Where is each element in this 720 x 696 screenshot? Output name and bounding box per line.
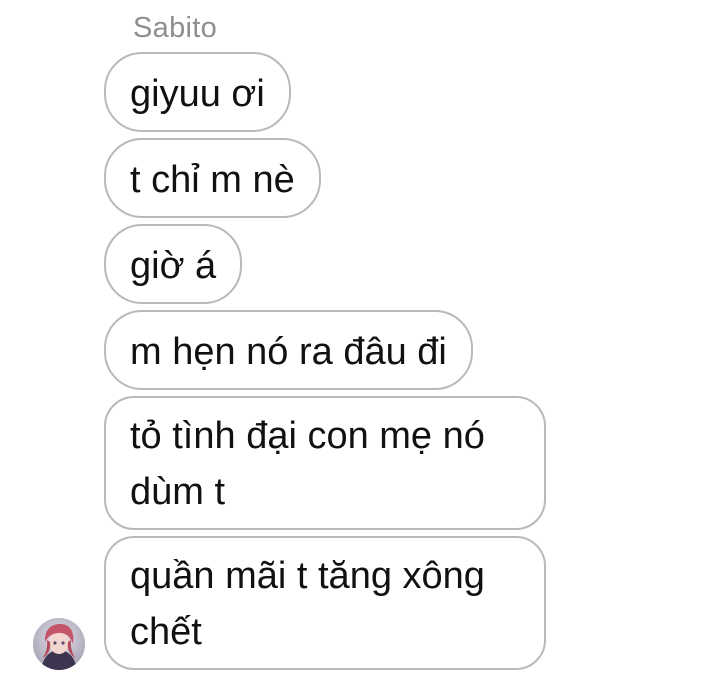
message-text: dùm t [130, 471, 226, 513]
message-text: quần mãi t tăng xông [130, 555, 485, 597]
message-text: giyuu ơi [130, 73, 265, 115]
message-bubble[interactable]: giờ á [104, 224, 243, 304]
user-avatar-icon[interactable] [33, 618, 85, 670]
message-text: m hẹn nó ra đâu đi [130, 331, 447, 373]
message-bubble[interactable]: t chỉ m nè [104, 138, 321, 218]
message-bubble[interactable]: m hẹn nó ra đâu đi [104, 310, 473, 390]
message-bubble[interactable]: tỏ tình đại con mẹ nó dùm t [104, 396, 546, 530]
message-text: tỏ tình đại con mẹ nó [130, 415, 485, 457]
message-text: chết [130, 611, 202, 653]
message-text: giờ á [130, 245, 217, 287]
sender-name: Sabito [133, 12, 218, 44]
avatar-illustration [33, 618, 85, 670]
message-bubble[interactable]: giyuu ơi [104, 52, 291, 132]
message-bubble[interactable]: quần mãi t tăng xông chết [104, 536, 546, 670]
message-text: t chỉ m nè [130, 159, 295, 201]
